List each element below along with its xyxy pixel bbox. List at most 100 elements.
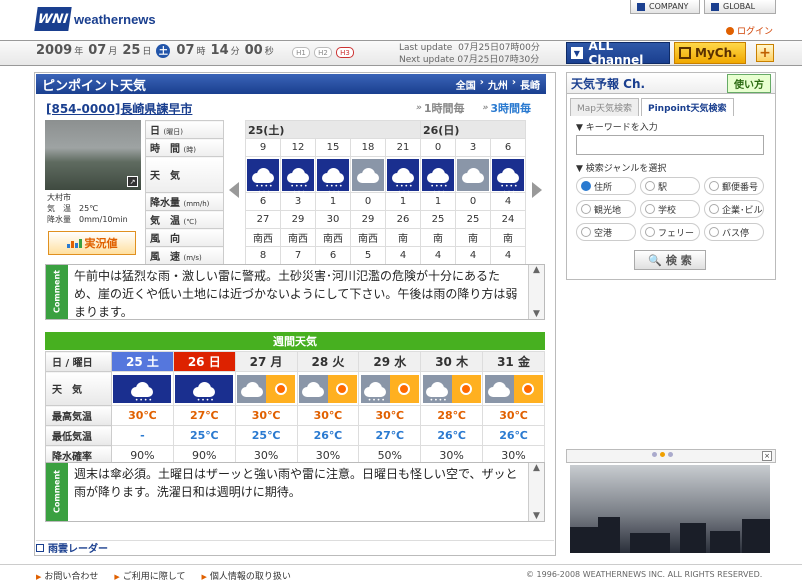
raindrops-icon: •••• •••: [325, 182, 344, 196]
company-label: COMPANY: [649, 2, 689, 11]
tab-map-search[interactable]: Map天気検索: [570, 98, 639, 116]
how-to-use-button[interactable]: 使い方: [727, 73, 771, 93]
my-channel-button[interactable]: MyCh.: [674, 42, 746, 64]
row-label-weather: 天 気: [145, 156, 224, 193]
wind_speed-cell: 7: [280, 246, 316, 265]
weather-cell: •••• •••: [315, 156, 351, 196]
carousel-dot[interactable]: [668, 452, 673, 457]
cloud-rain-sun-icon: •••• •••: [360, 374, 419, 403]
carousel-dot-active[interactable]: [660, 452, 665, 457]
station-temp: 25℃: [79, 204, 99, 213]
comment-scrollbar[interactable]: ▲ ▼: [528, 463, 544, 521]
genre-radio[interactable]: 観光地: [576, 200, 636, 218]
rain-radar-link[interactable]: 雨雲レーダー: [36, 540, 554, 555]
company-link[interactable]: COMPANY: [630, 0, 700, 14]
sun-icon: [451, 374, 481, 403]
chevron-right-icon: »: [416, 103, 422, 113]
tab-pinpoint-search[interactable]: Pinpoint天気検索: [641, 98, 734, 116]
cloud-icon: •••• •••: [422, 374, 452, 403]
genre-radio[interactable]: 住所: [576, 177, 636, 195]
last-update-label: Last update: [399, 43, 453, 53]
expand-icon[interactable]: ↗: [127, 176, 138, 187]
month: 07: [88, 43, 107, 58]
day-25: 25(土): [245, 120, 421, 139]
hourly-comment: 午前中は猛烈な雨・激しい雷に警戒。土砂災害･河川氾濫の危険が十分にあるため、崖の…: [74, 269, 518, 319]
keyword-input[interactable]: [576, 135, 764, 155]
row-label-rain: 降水量 (mm/h): [145, 192, 224, 211]
weekly-weather-cell: •••• •••: [111, 371, 174, 406]
wind_dir-cell: 南: [490, 228, 526, 247]
wind_dir-cell: 南西: [245, 228, 281, 247]
carousel-dots[interactable]: [652, 452, 673, 457]
tab-3-hour[interactable]: » 3時間毎: [483, 100, 532, 116]
live-camera-photo[interactable]: ↗: [45, 120, 141, 190]
cloudy-icon: [457, 158, 489, 191]
footer-link-terms[interactable]: ご利用に際して: [114, 569, 186, 582]
comment-scrollbar[interactable]: ▲ ▼: [528, 265, 544, 319]
h2-button[interactable]: H2: [314, 47, 332, 58]
genre-radio[interactable]: バス停: [704, 223, 764, 241]
close-icon[interactable]: ×: [762, 451, 772, 461]
rain-icon: •••• •••: [113, 374, 172, 403]
cloud-icon: [460, 167, 486, 183]
cloud-icon: [355, 167, 381, 183]
weekly-hi-cell: 30℃: [296, 405, 360, 426]
search-button-label: 検 索: [665, 254, 692, 267]
genre-radio[interactable]: 郵便番号: [704, 177, 764, 195]
cloud-sun-icon: [484, 374, 543, 403]
breadcrumb-national[interactable]: 全国: [456, 77, 476, 92]
genre-label: 企業･ビル: [722, 205, 763, 216]
sun-circle: [274, 382, 287, 395]
h3-button[interactable]: H3: [336, 47, 354, 58]
add-channel-button[interactable]: +: [756, 44, 774, 62]
weekly-header: 週間天気: [45, 332, 545, 350]
wind_dir-cell: 南西: [350, 228, 386, 247]
genre-radio[interactable]: 駅: [640, 177, 700, 195]
scroll-down-icon[interactable]: ▼: [533, 309, 540, 319]
breadcrumb-separator: ›: [511, 76, 516, 88]
scroll-down-icon[interactable]: ▼: [533, 511, 540, 521]
cloud-icon: [298, 374, 328, 403]
cloud-icon: •••• •••: [425, 167, 451, 195]
radio-icon: [709, 204, 719, 214]
observed-values-button[interactable]: 実況値: [48, 231, 136, 255]
login-label: ログイン: [737, 27, 774, 37]
footer-link-contact[interactable]: お問い合わせ: [36, 569, 98, 582]
times-cell: 9: [245, 138, 281, 157]
tab-1-hour[interactable]: » 1時間毎: [416, 100, 465, 116]
h1-button[interactable]: H1: [292, 47, 310, 58]
genre-radio[interactable]: 企業･ビル: [704, 200, 764, 218]
weekly-lo-cell: 26℃: [296, 425, 360, 446]
temp-cell: 25: [420, 210, 456, 229]
wind_speed-cell: 6: [315, 246, 351, 265]
rain-sub-label: (mm/h): [183, 200, 210, 208]
breadcrumb: 全国 › 九州 › 長崎: [456, 77, 540, 92]
weekly-weather-cell: •••• •••: [172, 371, 236, 406]
login-link[interactable]: ログイン: [726, 24, 773, 37]
search-panel-header: 天気予報 Ch. 使い方: [566, 72, 776, 94]
login-icon: [726, 26, 734, 35]
raindrops-icon: •••• •••: [429, 396, 448, 403]
global-link[interactable]: GLOBAL: [704, 0, 776, 14]
radio-icon: [709, 181, 719, 191]
genre-radio[interactable]: 空港: [576, 223, 636, 241]
rain-icon: •••• •••: [282, 158, 314, 195]
scroll-up-icon[interactable]: ▲: [533, 463, 540, 473]
carousel-dot[interactable]: [652, 452, 657, 457]
breadcrumb-kyushu[interactable]: 九州: [488, 77, 508, 92]
row-label-weekly-weather: 天 気: [45, 371, 112, 406]
search-button[interactable]: 🔍 検 索: [634, 250, 706, 270]
weathernews-logo[interactable]: WNI weathernews: [34, 6, 186, 32]
genre-radio[interactable]: 学校: [640, 200, 700, 218]
scroll-up-icon[interactable]: ▲: [533, 265, 540, 275]
last-update-value: 07月25日07時00分: [458, 43, 540, 53]
station-name: 大村市: [47, 193, 71, 202]
station-rain: 0mm/10min: [79, 215, 128, 224]
genre-radio[interactable]: フェリー: [640, 223, 700, 241]
temp-cell: 26: [385, 210, 421, 229]
footer-link-privacy[interactable]: 個人情報の取り扱い: [202, 569, 291, 582]
all-channel-label: ALL Channel: [588, 39, 644, 67]
breadcrumb-nagasaki[interactable]: 長崎: [520, 77, 540, 92]
radio-icon: [581, 181, 591, 191]
all-channel-button[interactable]: ▼ ALL Channel: [566, 39, 670, 67]
